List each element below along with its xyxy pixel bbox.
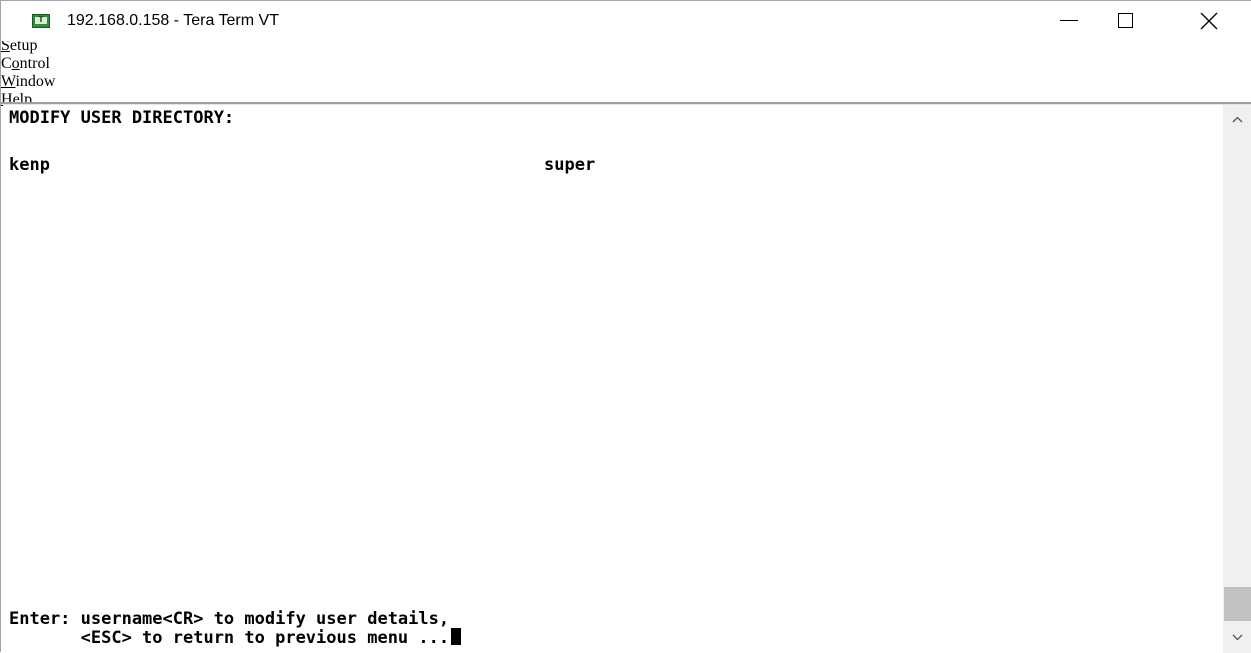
close-icon[interactable] [1186, 1, 1232, 41]
prompt-line-1: Enter: username<CR> to modify user detai… [9, 609, 450, 629]
terminal-heading: MODIFY USER DIRECTORY: [9, 108, 235, 128]
minimize-icon[interactable] [1046, 1, 1092, 41]
chevron-up-icon[interactable] [1223, 105, 1251, 135]
title-bar[interactable]: T 192.168.0.158 - Tera Term VT [1, 1, 1251, 41]
window-title: 192.168.0.158 - Tera Term VT [67, 12, 279, 29]
chevron-down-icon[interactable] [1223, 623, 1251, 653]
tera-term-window: T 192.168.0.158 - Tera Term VT File Edit… [0, 0, 1251, 653]
scrollbar-thumb[interactable] [1224, 587, 1251, 621]
text-cursor [451, 628, 462, 645]
maximize-icon[interactable] [1101, 1, 1147, 41]
prompt-line-2-text: <ESC> to return to previous menu ... [9, 628, 450, 648]
vertical-scrollbar[interactable] [1223, 105, 1251, 653]
menu-window[interactable]: Window [1, 73, 1251, 91]
prompt-line-2: <ESC> to return to previous menu ... [9, 628, 462, 648]
user-name: kenp [9, 155, 50, 175]
tera-term-icon[interactable]: T [32, 14, 50, 28]
terminal-screen[interactable]: MODIFY USER DIRECTORY: kenp super Enter:… [3, 105, 1221, 653]
menu-control[interactable]: Control [1, 55, 1251, 73]
user-level: super [544, 155, 596, 175]
